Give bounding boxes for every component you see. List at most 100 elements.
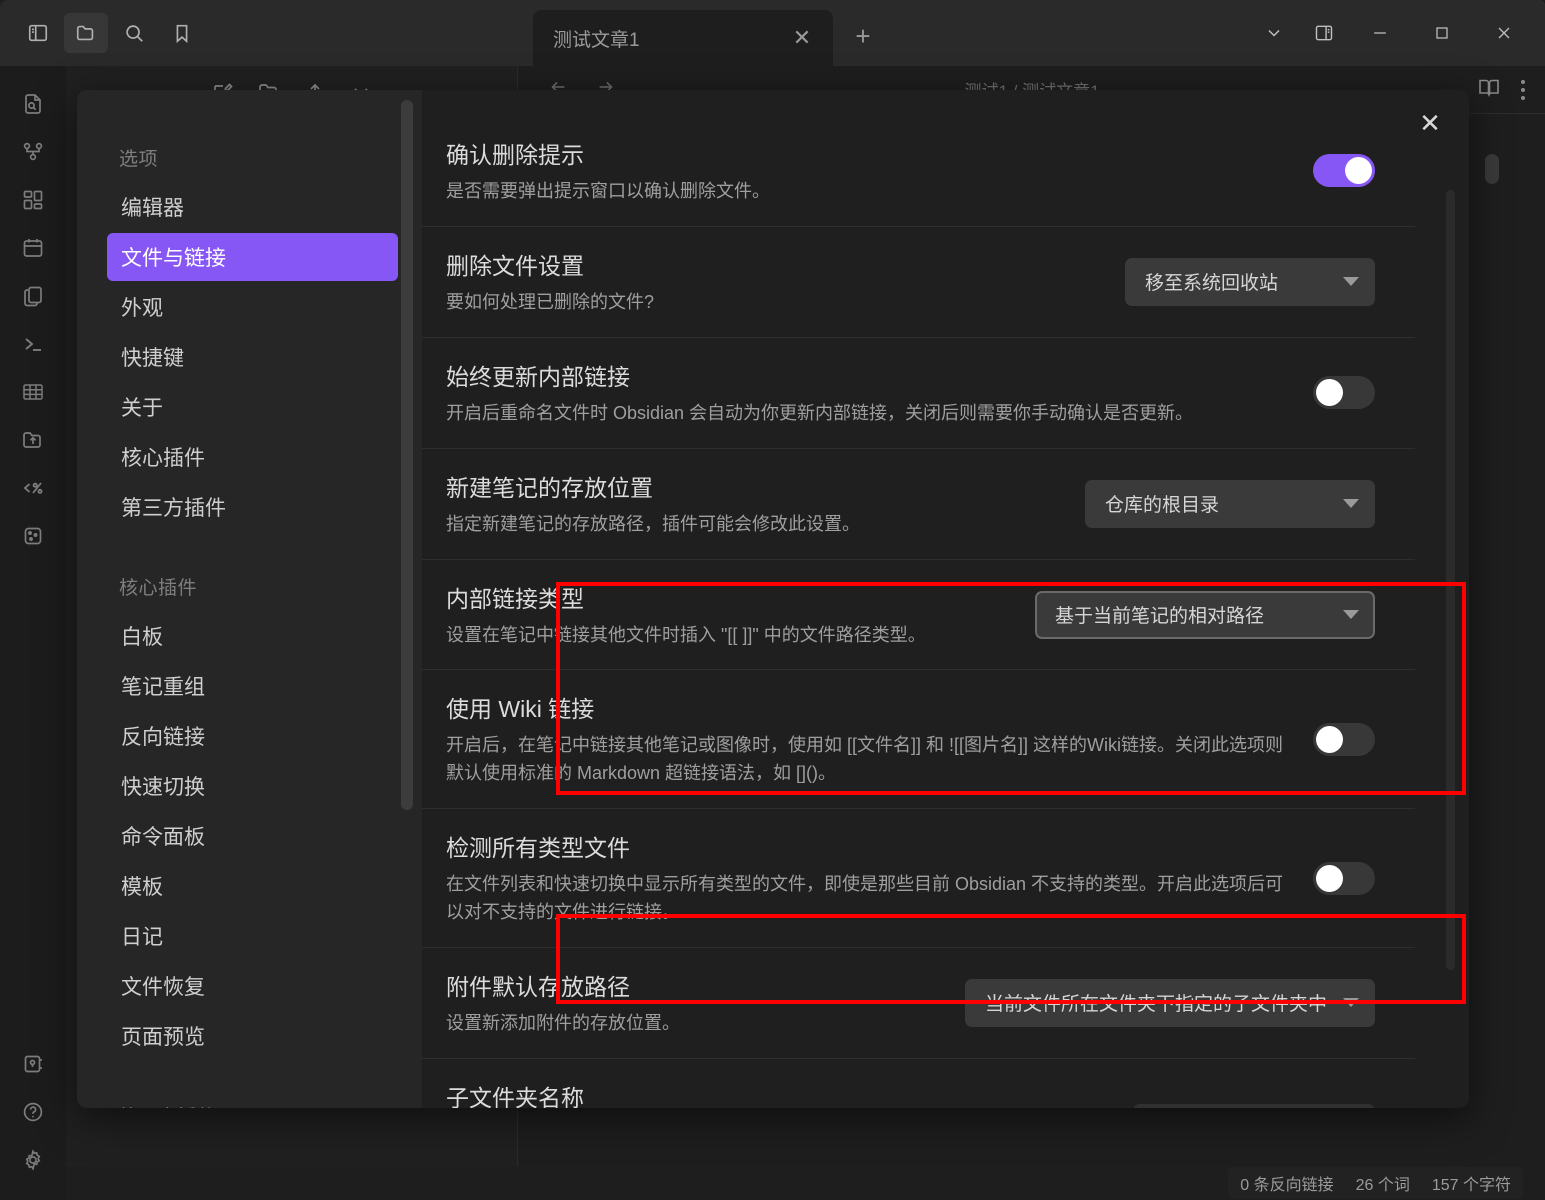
help-icon[interactable]: [9, 1088, 57, 1136]
setting-description: 开启后，在笔记中链接其他笔记或图像时，使用如 [[文件名]] 和 ![[图片名]…: [446, 732, 1289, 788]
folder-icon[interactable]: [64, 13, 108, 53]
sidebar-item-3[interactable]: 快速切换: [107, 762, 398, 810]
dropdown-select[interactable]: 基于当前笔记的相对路径: [1035, 591, 1375, 639]
setting-name: 新建笔记的存放位置: [446, 469, 1061, 503]
toggle-switch[interactable]: [1313, 154, 1375, 187]
settings-sidebar-list: 选项编辑器文件与链接外观快捷键关于核心插件第三方插件核心插件白板笔记重组反向链接…: [77, 130, 422, 1108]
tab-title: 测试文章1: [553, 25, 787, 52]
sidebar-item-1[interactable]: 文件与链接: [107, 233, 398, 281]
search-icon[interactable]: [112, 13, 156, 53]
sidebar-group-gap: [107, 533, 398, 559]
sidebar-item-2[interactable]: 反向链接: [107, 712, 398, 760]
sidebar-item-3[interactable]: 快捷键: [107, 333, 398, 381]
rail-bottom-icons: [9, 1040, 57, 1200]
calendar-icon[interactable]: [9, 224, 57, 272]
maximize-icon[interactable]: [1411, 11, 1473, 55]
toggle-knob: [1316, 726, 1343, 753]
dropdown-select[interactable]: 移至系统回收站: [1125, 258, 1375, 306]
setting-info: 子文件夹名称如果当前文件在 "vault/folder" 中，而设置子文件夹名称…: [446, 1079, 1109, 1108]
toggle-right-sidebar-icon[interactable]: [1299, 11, 1349, 55]
pane-actions: [1477, 75, 1525, 104]
tab-active[interactable]: 测试文章1 ✕: [533, 10, 833, 66]
status-pill: 0 条反向链接 26 个词 157 个字符: [1228, 1167, 1523, 1199]
setting-control: [1313, 376, 1375, 409]
text-input[interactable]: assets/测试文章1: [1133, 1104, 1375, 1108]
chevron-down-icon: [1343, 499, 1359, 508]
setting-name: 确认删除提示: [446, 136, 1289, 170]
toggle-switch[interactable]: [1313, 723, 1375, 756]
sidebar-group-heading: 选项: [107, 130, 398, 183]
close-window-icon[interactable]: [1473, 11, 1535, 55]
table-icon[interactable]: [9, 368, 57, 416]
setting-info: 确认删除提示是否需要弹出提示窗口以确认删除文件。: [446, 136, 1289, 206]
setting-row: 附件默认存放路径设置新添加附件的存放位置。当前文件所在文件夹下指定的子文件夹中: [422, 947, 1415, 1058]
editor-scrollbar[interactable]: [1485, 154, 1499, 184]
graph-view-icon[interactable]: [9, 128, 57, 176]
settings-content-scrollbar[interactable]: [1446, 190, 1455, 970]
setting-name: 子文件夹名称: [446, 1079, 1109, 1108]
settings-gear-icon[interactable]: [9, 1136, 57, 1184]
chevron-down-icon: [1343, 610, 1359, 619]
setting-control: 仓库的根目录: [1085, 480, 1375, 528]
setting-control: 当前文件所在文件夹下指定的子文件夹中: [965, 979, 1375, 1027]
setting-control: assets/测试文章1: [1133, 1104, 1375, 1108]
new-tab-icon[interactable]: +: [845, 18, 881, 54]
sidebar-item-4[interactable]: 关于: [107, 383, 398, 431]
minimize-icon[interactable]: [1349, 11, 1411, 55]
toggle-switch[interactable]: [1313, 862, 1375, 895]
setting-name: 附件默认存放路径: [446, 968, 941, 1002]
setting-info: 新建笔记的存放位置指定新建笔记的存放路径，插件可能会修改此设置。: [446, 469, 1061, 539]
setting-control: 基于当前笔记的相对路径: [1035, 591, 1375, 639]
setting-description: 设置在笔记中链接其他文件时插入 "[[ ]]" 中的文件路径类型。: [446, 622, 1011, 650]
settings-sidebar-scrollbar[interactable]: [401, 100, 413, 810]
book-open-icon[interactable]: [1477, 75, 1501, 104]
sidebar-group-gap: [107, 1062, 398, 1088]
bookmark-icon[interactable]: [160, 13, 204, 53]
folder-upload-icon[interactable]: [9, 416, 57, 464]
sidebar-item-8[interactable]: 页面预览: [107, 1012, 398, 1060]
setting-name: 内部链接类型: [446, 580, 1011, 614]
terminal-icon[interactable]: [9, 320, 57, 368]
sidebar-item-6[interactable]: 日记: [107, 912, 398, 960]
copy-files-icon[interactable]: [9, 272, 57, 320]
sidebar-item-5[interactable]: 核心插件: [107, 433, 398, 481]
status-bar: 0 条反向链接 26 个词 157 个字符: [1145, 1166, 1545, 1200]
modal-close-icon[interactable]: ✕: [1413, 106, 1447, 140]
dropdown-select[interactable]: 当前文件所在文件夹下指定的子文件夹中: [965, 979, 1375, 1027]
sidebar-item-1[interactable]: 笔记重组: [107, 662, 398, 710]
chevron-down-icon[interactable]: [1249, 11, 1299, 55]
file-search-icon[interactable]: [9, 80, 57, 128]
sidebar-item-0[interactable]: 白板: [107, 612, 398, 660]
setting-name: 删除文件设置: [446, 247, 1101, 281]
setting-info: 内部链接类型设置在笔记中链接其他文件时插入 "[[ ]]" 中的文件路径类型。: [446, 580, 1011, 650]
sidebar-item-4[interactable]: 命令面板: [107, 812, 398, 860]
toggle-knob: [1345, 157, 1372, 184]
setting-description: 开启后重命名文件时 Obsidian 会自动为你更新内部链接，关闭后则需要你手动…: [446, 400, 1289, 428]
sidebar-item-2[interactable]: 外观: [107, 283, 398, 331]
setting-name: 始终更新内部链接: [446, 358, 1289, 392]
setting-info: 始终更新内部链接开启后重命名文件时 Obsidian 会自动为你更新内部链接，关…: [446, 358, 1289, 428]
toggle-left-sidebar-icon[interactable]: [16, 13, 60, 53]
dashboard-icon[interactable]: [9, 176, 57, 224]
templater-icon[interactable]: [9, 464, 57, 512]
setting-row: 始终更新内部链接开启后重命名文件时 Obsidian 会自动为你更新内部链接，关…: [422, 337, 1415, 448]
sidebar-item-6[interactable]: 第三方插件: [107, 483, 398, 531]
left-icon-rail: [0, 66, 66, 1200]
dropdown-select[interactable]: 仓库的根目录: [1085, 480, 1375, 528]
tab-close-icon[interactable]: ✕: [787, 23, 817, 53]
chevron-down-icon: [1343, 277, 1359, 286]
setting-row: 删除文件设置要如何处理已删除的文件?移至系统回收站: [422, 226, 1415, 337]
settings-modal: ✕ 选项编辑器文件与链接外观快捷键关于核心插件第三方插件核心插件白板笔记重组反向…: [77, 90, 1469, 1108]
settings-list: 确认删除提示是否需要弹出提示窗口以确认删除文件。删除文件设置要如何处理已删除的文…: [422, 90, 1415, 1108]
tab-strip: 测试文章1 ✕ +: [500, 0, 1249, 66]
sidebar-item-0[interactable]: 编辑器: [107, 183, 398, 231]
vault-switch-icon[interactable]: [9, 1040, 57, 1088]
more-vertical-icon[interactable]: [1521, 80, 1525, 100]
dice-icon[interactable]: [9, 512, 57, 560]
sidebar-item-5[interactable]: 模板: [107, 862, 398, 910]
setting-info: 检测所有类型文件在文件列表和快速切换中显示所有类型的文件，即使是那些目前 Obs…: [446, 829, 1289, 927]
sidebar-group-heading: 核心插件: [107, 559, 398, 612]
sidebar-item-7[interactable]: 文件恢复: [107, 962, 398, 1010]
dropdown-value: 当前文件所在文件夹下指定的子文件夹中: [985, 989, 1327, 1016]
toggle-switch[interactable]: [1313, 376, 1375, 409]
